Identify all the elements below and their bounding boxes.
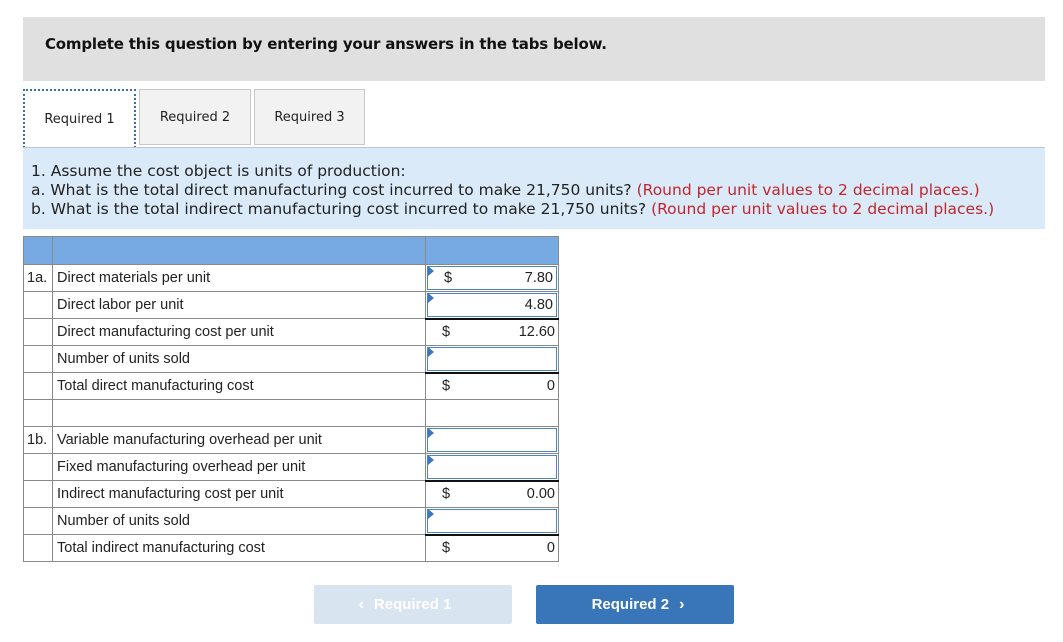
row-label — [52, 399, 426, 427]
amount-display: $0 — [426, 536, 558, 561]
dollar-sign: $ — [442, 486, 451, 503]
amount-value: 7.80 — [524, 270, 553, 286]
question-a-text: a. What is the total direct manufacturin… — [31, 181, 632, 199]
value-cell: $0 — [425, 371, 559, 400]
row-label: Indirect manufacturing cost per unit — [52, 480, 426, 508]
input-flag-icon — [428, 455, 434, 465]
prev-required-button[interactable]: ‹ Required 1 — [314, 585, 512, 624]
row-label: Fixed manufacturing overhead per unit — [52, 453, 426, 481]
row-label: Number of units sold — [52, 507, 426, 535]
table-row: 1a. Direct materials per unit $7.80 — [23, 264, 559, 292]
table-row: Total direct manufacturing cost $0 — [23, 371, 559, 400]
table-header-row — [23, 236, 559, 265]
dollar-sign: $ — [442, 540, 451, 557]
header-cell-label — [52, 236, 426, 265]
input-flag-icon — [428, 293, 434, 303]
row-number — [23, 507, 53, 535]
worksheet-table: 1a. Direct materials per unit $7.80 Direct … — [23, 236, 559, 562]
amount-input[interactable] — [427, 455, 557, 479]
amount-value: 4.80 — [524, 296, 553, 313]
rounding-note-a: (Round per unit values to 2 decimal plac… — [636, 181, 980, 199]
next-required-button[interactable]: Required 2 › — [536, 585, 734, 624]
rounding-note-b: (Round per unit values to 2 decimal plac… — [651, 200, 995, 218]
table-row: Indirect manufacturing cost per unit $0.0… — [23, 479, 559, 508]
question-line-a: a. What is the total direct manufacturin… — [31, 181, 1045, 200]
table-row: Total indirect manufacturing cost $0 — [23, 533, 559, 562]
amount-input[interactable]: 4.80 — [427, 293, 557, 317]
value-cell — [425, 426, 559, 454]
amount-value: 0 — [546, 378, 555, 395]
question-prompt: 1. Assume the cost object is units of pr… — [23, 147, 1045, 229]
value-cell: $0 — [425, 533, 559, 562]
row-label: Total indirect manufacturing cost — [52, 534, 426, 562]
tab-required-3[interactable]: Required 3 — [254, 89, 365, 145]
next-button-label: Required 2 — [591, 596, 670, 613]
value-cell: 4.80 — [425, 291, 559, 319]
value-cell — [425, 345, 559, 373]
header-cell-num — [23, 236, 53, 265]
dollar-sign: $ — [442, 378, 451, 395]
value-cell — [425, 453, 559, 481]
row-label: Direct manufacturing cost per unit — [52, 318, 426, 346]
value-cell — [425, 399, 559, 427]
row-label: Number of units sold — [52, 345, 426, 373]
row-number — [23, 453, 53, 481]
row-number — [23, 345, 53, 373]
chevron-left-icon: ‹ — [358, 595, 364, 613]
row-number — [23, 372, 53, 400]
amount-input[interactable] — [427, 428, 557, 452]
row-number — [23, 480, 53, 508]
amount-value: 0 — [546, 540, 555, 557]
row-number: 1a. — [23, 264, 53, 292]
input-flag-icon — [428, 266, 434, 276]
instructions-banner: Complete this question by entering your … — [23, 17, 1045, 81]
value-cell: $12.60 — [425, 317, 559, 346]
value-cell — [425, 507, 559, 535]
input-flag-icon — [428, 428, 434, 438]
value-cell: $0.00 — [425, 479, 559, 508]
amount-display: $0.00 — [426, 482, 558, 507]
amount-value: 0.00 — [526, 486, 555, 503]
table-row: Number of units sold — [23, 507, 559, 535]
amount-input[interactable] — [427, 347, 557, 371]
input-flag-icon — [428, 347, 434, 357]
table-row: Direct labor per unit 4.80 — [23, 291, 559, 319]
amount-value: 12.60 — [518, 324, 555, 341]
input-flag-icon — [428, 509, 434, 519]
row-number — [23, 399, 53, 427]
tab-required-1[interactable]: Required 1 — [23, 89, 136, 148]
row-label: Total direct manufacturing cost — [52, 372, 426, 400]
amount-display — [426, 401, 558, 426]
row-number — [23, 318, 53, 346]
dollar-sign: $ — [442, 324, 451, 341]
table-row: Direct manufacturing cost per unit $12.60 — [23, 317, 559, 346]
row-label: Variable manufacturing overhead per unit — [52, 426, 426, 454]
prev-button-label: Required 1 — [373, 596, 452, 613]
instructions-text: Complete this question by entering your … — [45, 35, 607, 53]
header-cell-value — [425, 236, 559, 265]
table-row: Number of units sold — [23, 345, 559, 373]
row-number: 1b. — [23, 426, 53, 454]
table-row: Fixed manufacturing overhead per unit — [23, 453, 559, 481]
amount-display: $0 — [426, 374, 558, 399]
table-row — [23, 399, 559, 427]
value-cell: $7.80 — [425, 264, 559, 292]
row-number — [23, 291, 53, 319]
row-number — [23, 534, 53, 562]
tab-required-2[interactable]: Required 2 — [139, 89, 251, 145]
amount-display: $12.60 — [426, 320, 558, 345]
amount-input[interactable] — [427, 509, 557, 533]
row-label: Direct labor per unit — [52, 291, 426, 319]
question-b-text: b. What is the total indirect manufactur… — [31, 200, 647, 218]
question-line-b: b. What is the total indirect manufactur… — [31, 200, 1045, 219]
row-label: Direct materials per unit — [52, 264, 426, 292]
question-line-1: 1. Assume the cost object is units of pr… — [31, 162, 406, 180]
table-row: 1b. Variable manufacturing overhead per u… — [23, 426, 559, 454]
chevron-right-icon: › — [679, 595, 685, 613]
amount-input[interactable]: $7.80 — [427, 266, 557, 290]
